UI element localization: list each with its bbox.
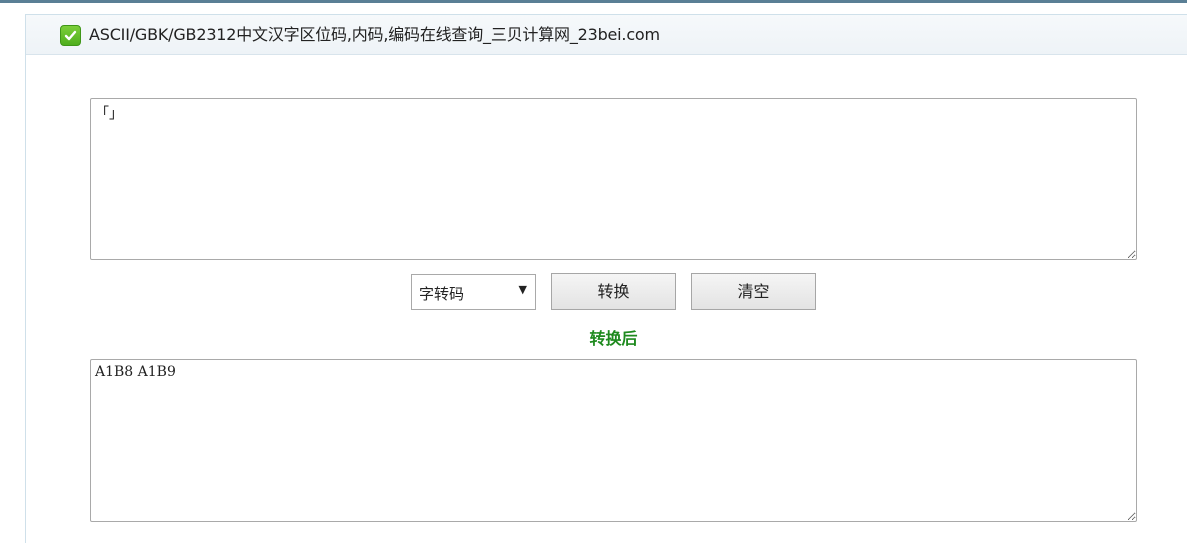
result-output[interactable]: A1B8 A1B9 xyxy=(90,359,1137,522)
result-label: 转换后 xyxy=(589,329,638,348)
page-title: ASCII/GBK/GB2312中文汉字区位码,内码,编码在线查询_三贝计算网_… xyxy=(89,25,660,44)
mode-select[interactable]: 字转码 ▼ xyxy=(411,274,536,310)
panel-header: ASCII/GBK/GB2312中文汉字区位码,内码,编码在线查询_三贝计算网_… xyxy=(26,15,1187,55)
convert-button[interactable]: 转换 xyxy=(551,273,676,310)
source-text-input[interactable]: 「」 xyxy=(90,98,1137,260)
mode-select-value: 字转码 xyxy=(419,285,465,303)
check-icon xyxy=(60,25,81,46)
chevron-down-icon: ▼ xyxy=(518,283,527,296)
clear-button[interactable]: 清空 xyxy=(691,273,816,310)
top-divider xyxy=(0,0,1187,3)
